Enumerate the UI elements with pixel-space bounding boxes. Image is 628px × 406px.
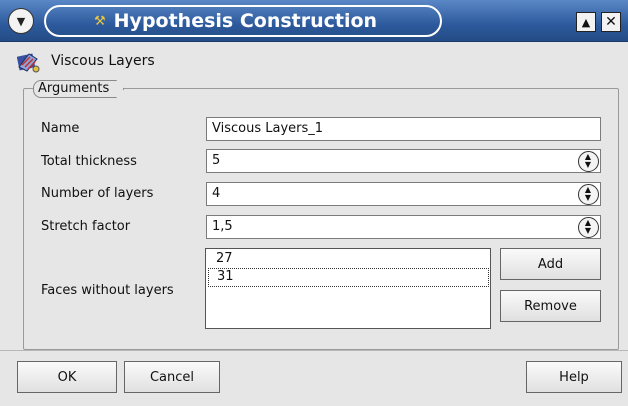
add-button[interactable]: Add [500,248,601,280]
ok-button[interactable]: OK [17,361,117,393]
total-thickness-label: Total thickness [41,154,137,169]
stretch-factor-label: Stretch factor [41,219,131,234]
number-of-layers-label: Number of layers [41,186,154,201]
title-capsule: ⚒ Hypothesis Construction [44,5,442,37]
ok-button-label: OK [57,369,77,385]
name-field[interactable]: Viscous Layers_1 [206,117,601,141]
stretch-factor-field[interactable]: 1,5 [206,215,601,239]
chevron-down-icon: ▼ [16,14,26,28]
cancel-button[interactable]: Cancel [124,361,220,393]
divider [0,350,628,351]
stretch-factor-spinner[interactable]: ▲ ▼ [575,215,601,239]
remove-button-label: Remove [524,298,577,314]
list-item-selected[interactable]: 31 [208,268,489,287]
close-button[interactable]: ✕ [601,12,621,32]
help-button-label: Help [559,369,589,385]
maximize-icon: ▲ [581,15,591,29]
remove-button[interactable]: Remove [500,290,601,322]
arguments-group-title: Arguments [33,80,124,98]
total-thickness-spinner[interactable]: ▲ ▼ [575,149,601,173]
window-menu-button[interactable]: ▼ [8,8,34,34]
number-of-layers-spinner[interactable]: ▲ ▼ [575,182,601,206]
faces-list[interactable]: 27 31 [205,248,491,329]
window-title: Hypothesis Construction [113,10,378,32]
title-bar[interactable]: ▼ ⚒ Hypothesis Construction ▲ ✕ [0,0,628,42]
number-of-layers-field[interactable]: 4 [206,182,601,206]
spin-arrows-icon: ▲ ▼ [577,216,599,238]
add-button-label: Add [537,256,564,272]
maximize-button[interactable]: ▲ [576,12,596,32]
list-item[interactable]: 27 [216,251,233,266]
viscous-layers-icon [17,53,40,73]
cancel-button-label: Cancel [149,369,195,385]
total-thickness-field[interactable]: 5 [206,149,601,173]
name-label: Name [41,121,80,136]
hypothesis-name: Viscous Layers [51,53,155,69]
help-button[interactable]: Help [526,361,622,393]
spin-arrows-icon: ▲ ▼ [577,183,599,205]
faces-without-layers-label: Faces without layers [41,283,174,298]
hammer-icon: ⚒ [94,13,106,29]
spin-arrows-icon: ▲ ▼ [577,150,599,172]
close-icon: ✕ [605,14,617,30]
